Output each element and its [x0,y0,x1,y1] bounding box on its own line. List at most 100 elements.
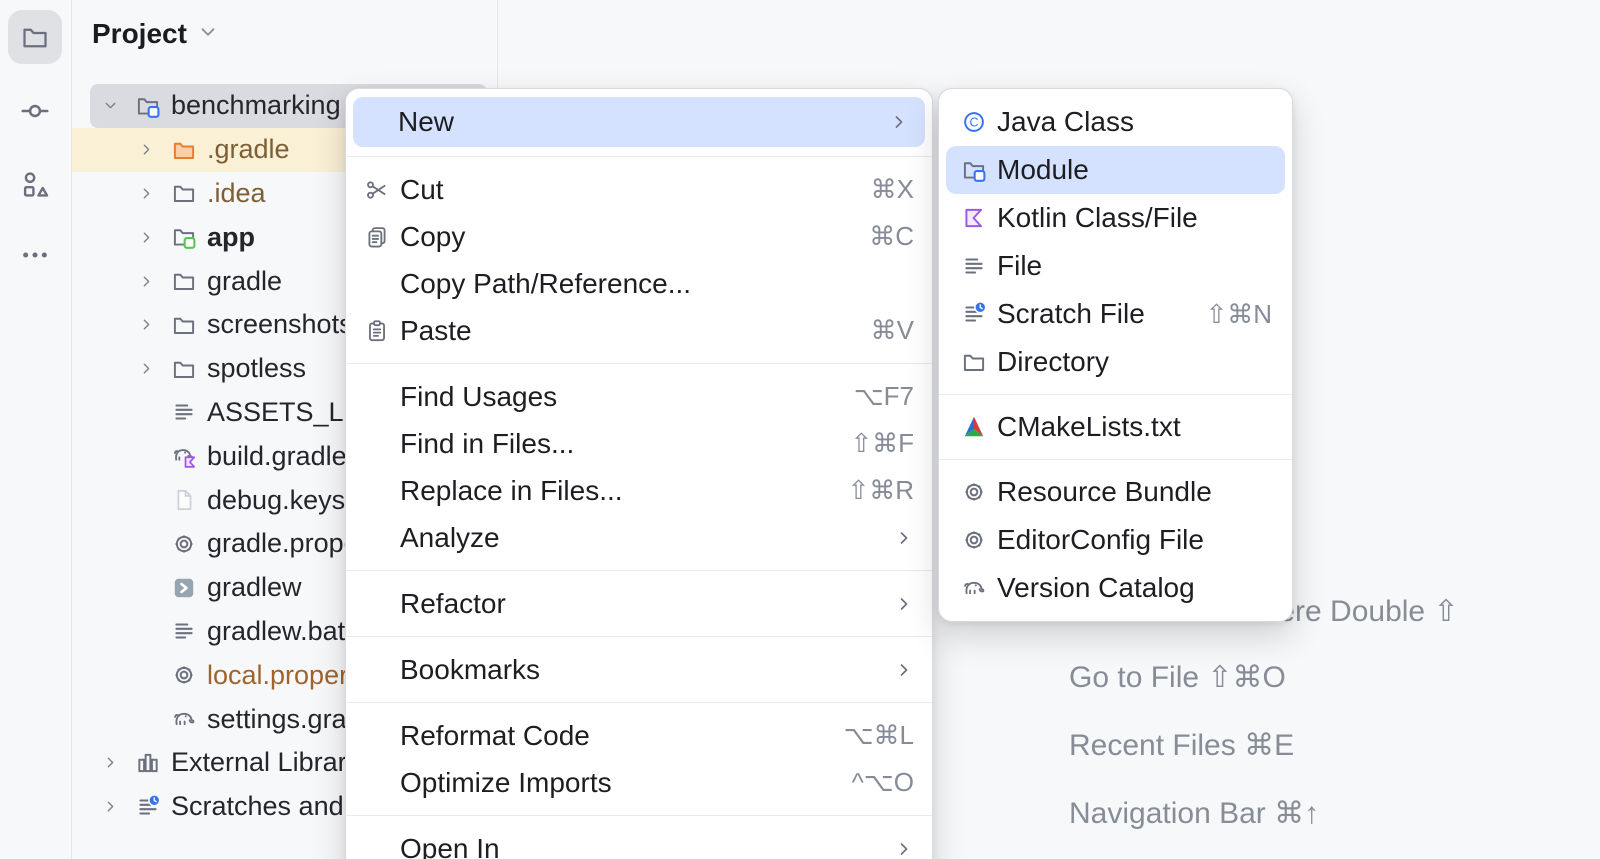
menu-item-label: Optimize Imports [400,767,832,799]
module-folder-green-icon [171,224,197,250]
more-tools-button[interactable] [8,228,62,282]
ide-window: Project benchmarking .gradle .idea [0,0,1600,859]
menu-item-replace-in-files[interactable]: Replace in Files... ⇧⌘R [346,467,932,514]
commit-icon [19,95,51,127]
folder-icon [171,180,197,206]
excluded-folder-icon [171,137,197,163]
menu-item-label: Kotlin Class/File [997,202,1272,234]
submenu-item-version-catalog[interactable]: Version Catalog [939,564,1292,612]
chevron-down-icon[interactable] [197,21,219,48]
text-file-icon [171,399,197,425]
chevron-right-icon[interactable] [102,794,119,820]
menu-separator [346,363,932,364]
menu-item-label: Java Class [997,106,1272,138]
menu-item-label: Paste [400,315,851,347]
submenu-item-directory[interactable]: Directory [939,338,1292,386]
menu-item-find-in-files[interactable]: Find in Files... ⇧⌘F [346,420,932,467]
tree-item-label: Scratches and [171,791,344,822]
menu-shortcut: ⌥F7 [854,381,914,412]
submenu-item-resource-bundle[interactable]: Resource Bundle [939,468,1292,516]
submenu-item-scratch-file[interactable]: Scratch File ⇧⌘N [939,290,1292,338]
menu-item-label: Copy Path/Reference... [400,268,914,300]
structure-tool-button[interactable] [8,157,62,211]
java-class-icon [961,109,987,135]
menu-item-find-usages[interactable]: Find Usages ⌥F7 [346,373,932,420]
panel-title: Project [92,18,187,50]
menu-item-copy[interactable]: Copy ⌘C [346,213,932,260]
commit-tool-button[interactable] [8,84,62,138]
menu-separator [346,156,932,157]
chevron-right-icon[interactable] [138,356,155,382]
folder-icon [961,349,987,375]
submenu-item-module[interactable]: Module [946,146,1285,194]
project-tool-button[interactable] [8,10,62,64]
chevron-right-icon[interactable] [138,137,155,163]
gear-icon [961,479,987,505]
tree-item-label: .gradle [207,134,290,165]
submenu-item-java-class[interactable]: Java Class [939,98,1292,146]
menu-item-label: New [398,106,869,138]
tree-item-label: gradle [207,266,282,297]
menu-shortcut: ⇧⌘N [1205,299,1272,330]
project-panel-header[interactable]: Project [92,18,219,50]
tree-item-label: gradle.prope [207,528,359,559]
tree-item-label: screenshots [207,309,353,340]
tree-item-label: debug.keyst [207,485,353,516]
chevron-right-icon[interactable] [138,224,155,250]
gradle-file-icon [171,706,197,732]
hint-recent-files: Recent Files ⌘E [1069,728,1294,763]
menu-item-cut[interactable]: Cut ⌘X [346,166,932,213]
menu-shortcut: ⌘X [871,174,914,205]
menu-item-optimize-imports[interactable]: Optimize Imports ^⌥O [346,759,932,806]
tree-item-label: local.proper [207,660,348,691]
menu-item-paste[interactable]: Paste ⌘V [346,307,932,354]
menu-item-label: Find Usages [400,381,834,413]
tree-item-label: benchmarking [171,90,341,121]
text-file-icon [171,618,197,644]
menu-item-label: Open In [400,833,874,859]
menu-item-label: Analyze [400,522,874,554]
hint-navigation-bar: Navigation Bar ⌘↑ [1069,796,1319,831]
submenu-arrow-icon [894,528,914,548]
gear-icon [961,527,987,553]
menu-item-new[interactable]: New [353,97,925,147]
menu-separator [346,570,932,571]
menu-item-label: Directory [997,346,1272,378]
submenu-item-cmakelists[interactable]: CMakeLists.txt [939,403,1292,451]
chevron-right-icon[interactable] [138,268,155,294]
chevron-right-icon[interactable] [102,750,119,776]
menu-item-label: Module [997,154,1272,186]
menu-item-analyze[interactable]: Analyze [346,514,932,561]
folder-icon [171,312,197,338]
menu-item-label: Version Catalog [997,572,1272,604]
submenu-item-editorconfig[interactable]: EditorConfig File [939,516,1292,564]
context-menu: New Cut ⌘X Copy ⌘C Copy Path/Reference..… [345,88,933,859]
chevron-down-icon[interactable] [102,93,119,119]
menu-item-refactor[interactable]: Refactor [346,580,932,627]
submenu-arrow-icon [889,112,909,132]
menu-item-label: Scratch File [997,298,1185,330]
menu-item-label: Replace in Files... [400,475,827,507]
folder-icon [20,22,50,52]
chevron-right-icon[interactable] [138,312,155,338]
submenu-arrow-icon [894,660,914,680]
module-folder-icon [961,157,987,183]
chevron-right-icon[interactable] [138,180,155,206]
submenu-item-file[interactable]: File [939,242,1292,290]
menu-item-label: File [997,250,1272,282]
menu-shortcut: ⇧⌘F [850,428,914,459]
gradle-elephant-icon [961,575,987,601]
menu-item-open-in[interactable]: Open In [346,825,932,859]
menu-item-reformat-code[interactable]: Reformat Code ⌥⌘L [346,712,932,759]
tree-item-label: gradlew.bat [207,616,345,647]
folder-icon [171,268,197,294]
menu-item-label: Refactor [400,588,874,620]
menu-item-bookmarks[interactable]: Bookmarks [346,646,932,693]
gear-icon [171,531,197,557]
run-script-icon [171,575,197,601]
menu-item-label: CMakeLists.txt [997,411,1272,443]
gradle-kts-file-icon [171,443,197,469]
menu-item-copy-path[interactable]: Copy Path/Reference... [346,260,932,307]
menu-item-label: Copy [400,221,849,253]
submenu-item-kotlin-class[interactable]: Kotlin Class/File [939,194,1292,242]
